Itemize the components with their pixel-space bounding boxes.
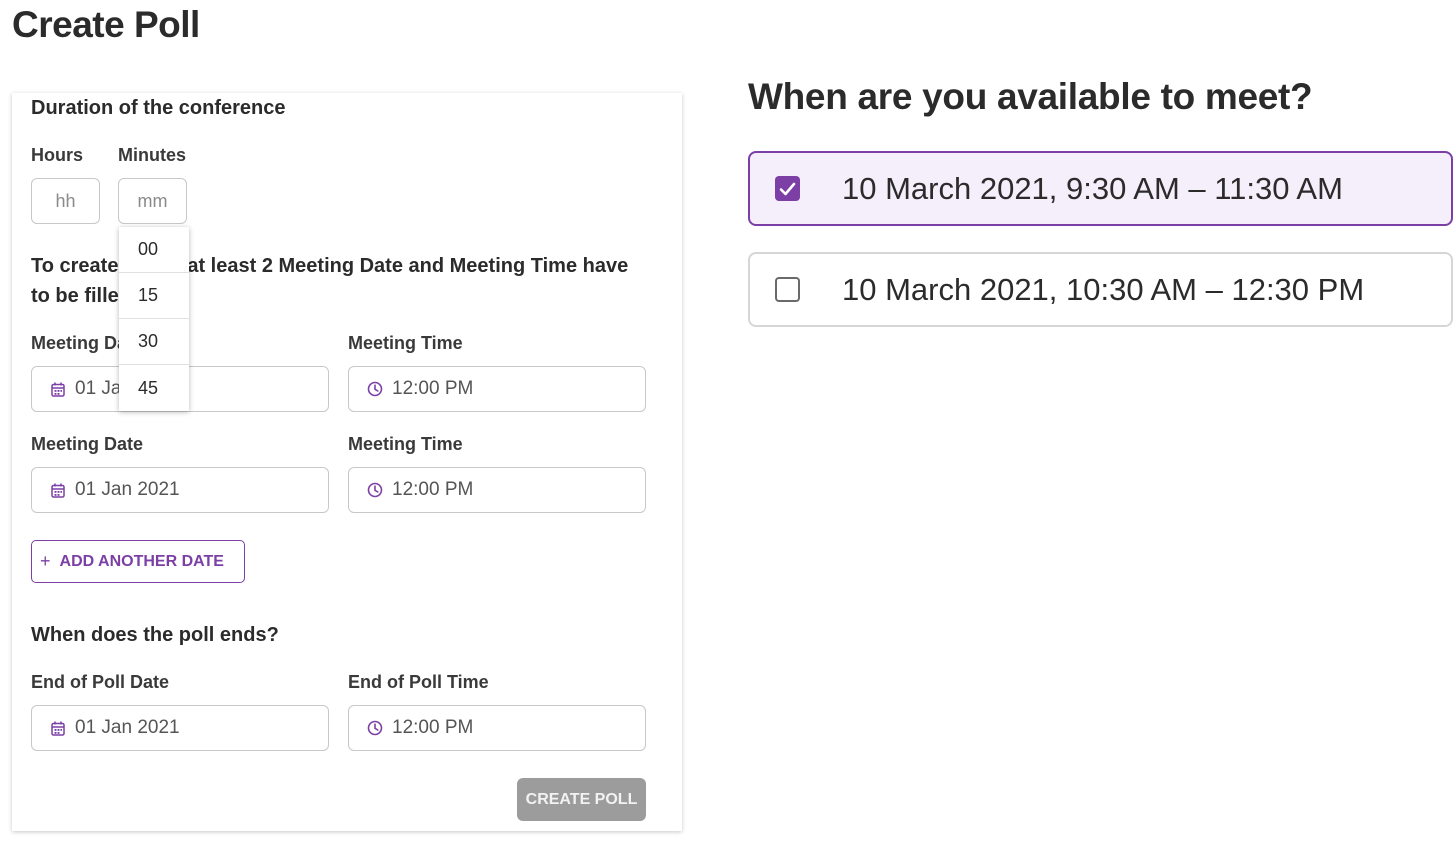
minutes-dropdown: 00 15 30 45 — [119, 227, 189, 411]
end-date-label: End of Poll Date — [31, 672, 170, 692]
minutes-option[interactable]: 30 — [119, 319, 189, 365]
poll-form-card: Duration of the conference Hours Minutes… — [12, 93, 682, 831]
clock-icon — [367, 482, 383, 498]
end-time-label: End of Poll Time — [348, 672, 489, 692]
create-poll-button[interactable]: CREATE POLL — [517, 778, 646, 821]
end-time-input[interactable]: 12:00 PM — [348, 705, 646, 751]
minutes-option[interactable]: 45 — [119, 365, 189, 411]
checkbox-checked[interactable] — [775, 176, 800, 201]
meeting-time-value: 12:00 PM — [392, 378, 474, 399]
meeting-date-label: Meeting Date — [31, 434, 144, 454]
meeting-time-value: 12:00 PM — [392, 479, 474, 500]
meeting-time-input[interactable]: 12:00 PM — [348, 366, 646, 412]
meeting-time-label: Meeting Time — [348, 333, 463, 353]
add-another-date-label: ADD ANOTHER DATE — [59, 552, 224, 570]
availability-option[interactable]: 10 March 2021, 9:30 AM – 11:30 AM — [748, 151, 1453, 226]
checkbox-unchecked[interactable] — [775, 277, 800, 302]
poll-end-title: When does the poll ends? — [31, 624, 279, 646]
minutes-input[interactable] — [118, 178, 187, 224]
meeting-time-input[interactable]: 12:00 PM — [348, 467, 646, 513]
checkmark-icon — [779, 182, 796, 195]
minutes-option[interactable]: 00 — [119, 227, 189, 273]
page-title: Create Poll — [12, 4, 200, 45]
clock-icon — [367, 720, 383, 736]
availability-title: When are you available to meet? — [748, 76, 1313, 117]
meeting-date-value: 01 Jan 2021 — [75, 479, 180, 500]
meeting-date-input[interactable]: 01 Jan 2021 — [31, 467, 329, 513]
hours-label: Hours — [31, 145, 84, 165]
add-another-date-button[interactable]: + ADD ANOTHER DATE — [31, 540, 245, 583]
availability-option[interactable]: 10 March 2021, 10:30 AM – 12:30 PM — [748, 252, 1453, 327]
clock-icon — [367, 381, 383, 397]
availability-option-text: 10 March 2021, 9:30 AM – 11:30 AM — [842, 170, 1343, 206]
meeting-time-label: Meeting Time — [348, 434, 463, 454]
calendar-icon — [50, 381, 66, 397]
calendar-icon — [50, 482, 66, 498]
end-date-input[interactable]: 01 Jan 2021 — [31, 705, 329, 751]
minutes-option[interactable]: 15 — [119, 273, 189, 319]
availability-option-text: 10 March 2021, 10:30 AM – 12:30 PM — [842, 271, 1365, 307]
plus-icon: + — [40, 551, 51, 571]
duration-title: Duration of the conference — [31, 97, 286, 119]
minutes-label: Minutes — [118, 145, 187, 165]
calendar-icon — [50, 720, 66, 736]
end-date-value: 01 Jan 2021 — [75, 717, 180, 738]
hours-input[interactable] — [31, 178, 100, 224]
end-time-value: 12:00 PM — [392, 717, 474, 738]
